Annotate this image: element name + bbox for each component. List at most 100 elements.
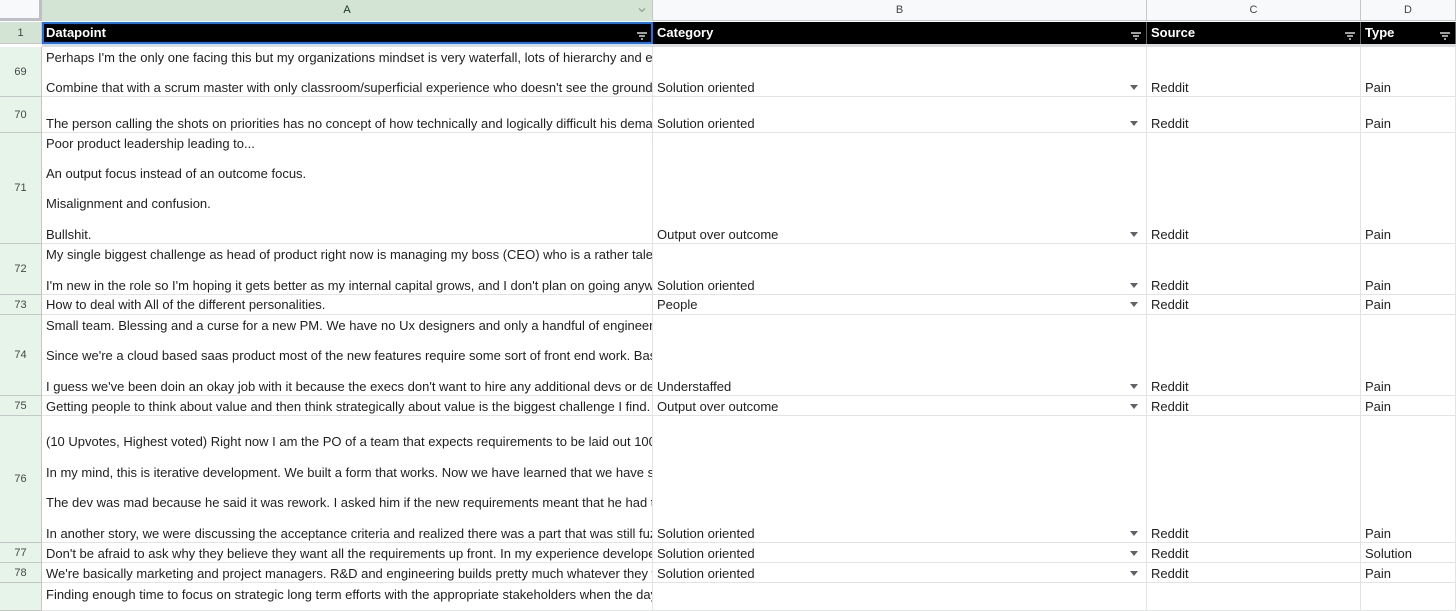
row-number[interactable]: 70 — [0, 97, 42, 133]
cell-category[interactable]: Output over outcome — [653, 133, 1147, 244]
column-letter: A — [343, 4, 351, 16]
datapoint-text-line: In my mind, this is iterative developmen… — [46, 465, 653, 480]
filter-icon[interactable] — [1439, 27, 1451, 40]
row-number[interactable]: 71 — [0, 133, 42, 244]
cell-datapoint[interactable]: Perhaps I'm the only one facing this but… — [42, 47, 653, 97]
cell-type[interactable]: Pain — [1361, 416, 1456, 543]
dropdown-chevron-icon[interactable] — [1130, 232, 1138, 237]
dropdown-chevron-icon[interactable] — [1130, 384, 1138, 389]
header-cell-datapoint[interactable]: Datapoint — [42, 22, 653, 44]
cell-type[interactable]: Pain — [1361, 97, 1456, 133]
row-number[interactable]: 73 — [0, 295, 42, 315]
row-number[interactable]: 69 — [0, 47, 42, 97]
row-number[interactable]: 76 — [0, 416, 42, 543]
source-value: Reddit — [1151, 546, 1189, 561]
category-value: Solution oriented — [657, 566, 755, 581]
source-value: Reddit — [1151, 297, 1189, 312]
cell-datapoint[interactable]: We're basically marketing and project ma… — [42, 563, 653, 583]
column-header-b[interactable]: B — [653, 0, 1147, 21]
select-all-corner[interactable] — [0, 0, 42, 21]
cell-category[interactable]: Solution oriented — [653, 97, 1147, 133]
datapoint-text-line: (10 Upvotes, Highest voted) Right now I … — [46, 434, 653, 449]
dropdown-chevron-icon[interactable] — [1130, 302, 1138, 307]
cell-type[interactable]: Pain — [1361, 396, 1456, 416]
header-cell-type[interactable]: Type — [1361, 22, 1456, 44]
cell-datapoint[interactable]: Getting people to think about value and … — [42, 396, 653, 416]
cell-type[interactable] — [1361, 583, 1456, 611]
cell-source[interactable] — [1147, 583, 1361, 611]
row-number-label: 71 — [14, 182, 27, 194]
cell-source[interactable]: Reddit — [1147, 295, 1361, 315]
row-number[interactable]: 77 — [0, 543, 42, 563]
header-cell-source[interactable]: Source — [1147, 22, 1361, 44]
cell-category[interactable]: Understaffed — [653, 315, 1147, 396]
column-header-d[interactable]: D — [1361, 0, 1456, 21]
cell-datapoint[interactable]: How to deal with All of the different pe… — [42, 295, 653, 315]
row-number-label: 77 — [14, 546, 27, 559]
type-value: Pain — [1365, 379, 1392, 394]
cell-datapoint[interactable]: Finding enough time to focus on strategi… — [42, 583, 653, 611]
cell-source[interactable]: Reddit — [1147, 416, 1361, 543]
cell-type[interactable]: Pain — [1361, 133, 1456, 244]
cell-type[interactable]: Pain — [1361, 563, 1456, 583]
cell-source[interactable]: Reddit — [1147, 563, 1361, 583]
dropdown-chevron-icon[interactable] — [1130, 571, 1138, 576]
cell-category[interactable] — [653, 583, 1147, 611]
cell-category[interactable]: Solution oriented — [653, 244, 1147, 295]
filter-icon[interactable] — [1344, 27, 1356, 40]
cell-source[interactable]: Reddit — [1147, 133, 1361, 244]
cell-type[interactable]: Pain — [1361, 295, 1456, 315]
cell-type[interactable]: Pain — [1361, 244, 1456, 295]
cell-category[interactable]: Solution oriented — [653, 543, 1147, 563]
cell-source[interactable]: Reddit — [1147, 315, 1361, 396]
column-header-a[interactable]: A — [42, 0, 653, 21]
cell-datapoint[interactable]: (10 Upvotes, Highest voted) Right now I … — [42, 416, 653, 543]
dropdown-chevron-icon[interactable] — [1130, 531, 1138, 536]
cell-source[interactable]: Reddit — [1147, 97, 1361, 133]
datapoint-text-line: In another story, we were discussing the… — [46, 526, 653, 541]
cell-source[interactable]: Reddit — [1147, 543, 1361, 563]
cell-type[interactable]: Pain — [1361, 315, 1456, 396]
cell-datapoint[interactable]: Small team. Blessing and a curse for a n… — [42, 315, 653, 396]
cell-datapoint[interactable]: Poor product leadership leading to... An … — [42, 133, 653, 244]
datapoint-text-line: Poor product leadership leading to... — [46, 136, 255, 151]
row-number[interactable]: 75 — [0, 396, 42, 416]
cell-datapoint[interactable]: Don't be afraid to ask why they believe … — [42, 543, 653, 563]
header-label: Type — [1365, 25, 1395, 40]
cell-source[interactable]: Reddit — [1147, 47, 1361, 97]
datapoint-text-line: Getting people to think about value and … — [46, 399, 651, 414]
dropdown-chevron-icon[interactable] — [1130, 283, 1138, 288]
row-number[interactable]: 78 — [0, 563, 42, 583]
row-number[interactable] — [0, 583, 42, 611]
cell-type[interactable]: Solution — [1361, 543, 1456, 563]
cell-datapoint[interactable]: The person calling the shots on prioriti… — [42, 97, 653, 133]
dropdown-chevron-icon[interactable] — [1130, 551, 1138, 556]
row-number[interactable]: 74 — [0, 315, 42, 396]
type-value: Pain — [1365, 80, 1392, 95]
cell-type[interactable]: Pain — [1361, 47, 1456, 97]
cell-source[interactable]: Reddit — [1147, 396, 1361, 416]
column-letter: B — [895, 4, 904, 16]
filter-icon[interactable] — [636, 27, 648, 40]
datapoint-text-line: The dev was mad because he said it was r… — [46, 495, 653, 510]
source-value: Reddit — [1151, 379, 1189, 394]
row-number[interactable]: 1 — [0, 22, 42, 44]
cell-category[interactable]: Output over outcome — [653, 396, 1147, 416]
filter-icon[interactable] — [1130, 27, 1142, 40]
cell-category[interactable]: Solution oriented — [653, 563, 1147, 583]
row-number-label: 69 — [14, 65, 27, 78]
header-label: Source — [1151, 25, 1196, 40]
cell-category[interactable]: Solution oriented — [653, 47, 1147, 97]
dropdown-chevron-icon[interactable] — [1130, 85, 1138, 90]
header-cell-category[interactable]: Category — [653, 22, 1147, 44]
cell-category[interactable]: Solution oriented — [653, 416, 1147, 543]
cell-category[interactable]: People — [653, 295, 1147, 315]
cell-datapoint[interactable]: My single biggest challenge as head of p… — [42, 244, 653, 295]
dropdown-chevron-icon[interactable] — [1130, 404, 1138, 409]
row-number[interactable]: 72 — [0, 244, 42, 295]
dropdown-chevron-icon[interactable] — [1130, 121, 1138, 126]
datapoint-text-line: The person calling the shots on prioriti… — [46, 116, 653, 131]
cell-source[interactable]: Reddit — [1147, 244, 1361, 295]
column-header-c[interactable]: C — [1147, 0, 1361, 21]
column-menu-chevron-icon[interactable] — [636, 4, 648, 16]
